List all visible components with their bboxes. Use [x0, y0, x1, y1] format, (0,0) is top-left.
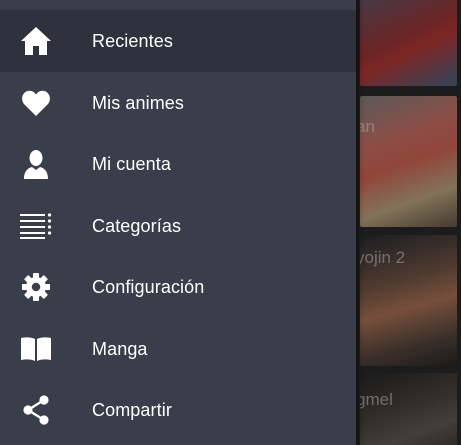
menu-item-label: Compartir: [92, 399, 172, 420]
heart-icon: [18, 85, 54, 121]
menu-item-label: Manga: [92, 338, 148, 359]
home-icon: [18, 23, 54, 59]
menu-item-mis-animes[interactable]: Mis animes: [0, 72, 356, 134]
menu-item-label: Configuración: [92, 276, 205, 297]
drawer-scrim[interactable]: [352, 0, 461, 445]
menu-item-compartir[interactable]: Compartir: [0, 379, 356, 441]
menu-item-label: Categorías: [92, 215, 182, 236]
menu-item-label: Mis animes: [92, 92, 185, 113]
book-icon: [18, 331, 54, 367]
menu-item-manga[interactable]: Manga: [0, 318, 356, 380]
share-icon: [18, 392, 54, 428]
menu-item-label: Mi cuenta: [92, 153, 171, 174]
menu-item-categorias[interactable]: Categorías: [0, 195, 356, 257]
menu-item-label: Recientes: [92, 30, 173, 51]
list-icon: [18, 208, 54, 244]
menu-item-configuracion[interactable]: Configuración: [0, 256, 356, 318]
navigation-drawer: Recientes Mis animes Mi cuenta Categoría…: [0, 0, 356, 445]
menu-item-mi-cuenta[interactable]: Mi cuenta: [0, 133, 356, 195]
person-icon: [18, 146, 54, 182]
menu-item-recientes[interactable]: Recientes: [0, 10, 356, 72]
gear-icon: [18, 269, 54, 305]
